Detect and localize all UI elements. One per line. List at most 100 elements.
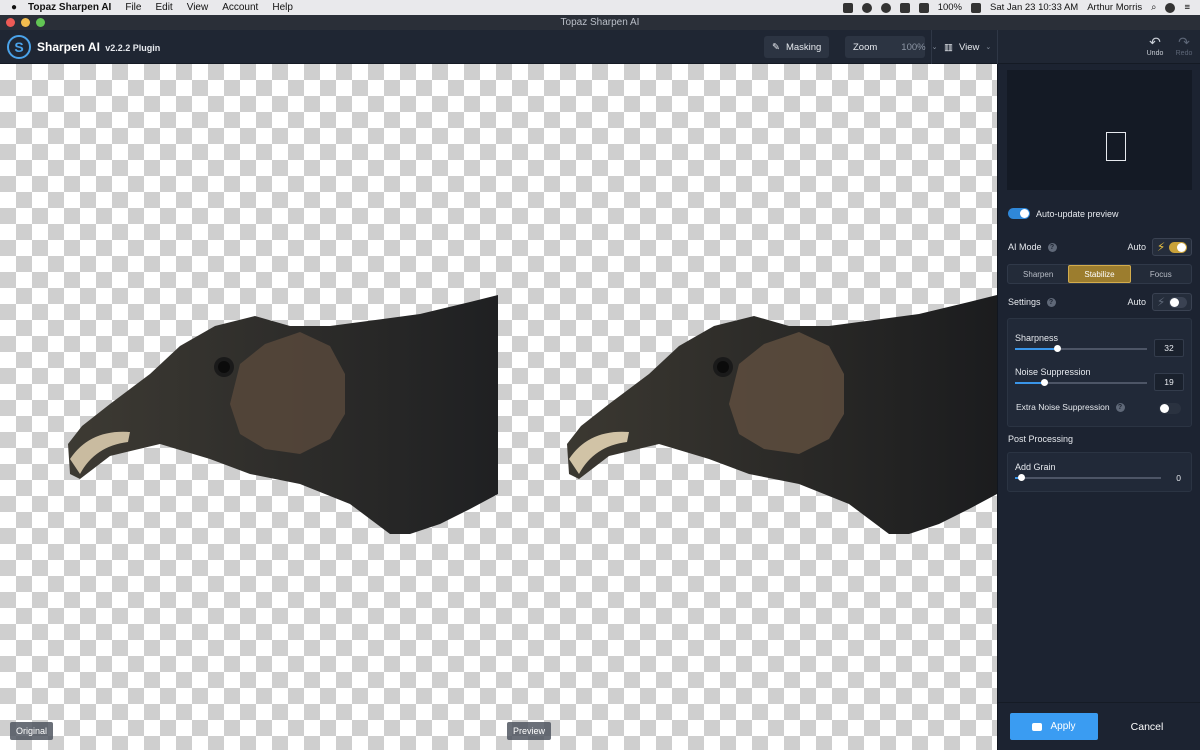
siri-icon[interactable] bbox=[1165, 2, 1176, 13]
navigator-viewport-frame[interactable] bbox=[1106, 132, 1126, 161]
status-clipboard-icon[interactable] bbox=[899, 2, 910, 13]
vulture-image-original bbox=[68, 295, 498, 534]
wifi-icon[interactable] bbox=[918, 2, 929, 13]
image-canvas[interactable]: Original Preview bbox=[0, 64, 997, 750]
cancel-label: Cancel bbox=[1130, 720, 1164, 733]
system-menubar: ● Topaz Sharpen AI File Edit View Accoun… bbox=[0, 0, 1200, 15]
navigator-thumbnail[interactable] bbox=[1007, 70, 1192, 190]
apple-icon[interactable]: ● bbox=[0, 2, 28, 13]
control-center-icon[interactable]: ≡ bbox=[1184, 2, 1190, 13]
window-titlebar: Topaz Sharpen AI bbox=[0, 15, 1200, 30]
mode-sharpen-button[interactable]: Sharpen bbox=[1008, 265, 1068, 283]
lightning-icon: ⚡ bbox=[1156, 295, 1166, 309]
mode-focus-button[interactable]: Focus bbox=[1131, 265, 1191, 283]
menu-edit[interactable]: Edit bbox=[155, 2, 172, 13]
brand-name: Sharpen AI bbox=[37, 40, 100, 54]
noise-suppression-slider[interactable] bbox=[1015, 379, 1147, 386]
app-toolbar: S Sharpen AI v2.2.2 Plugin ✎ Masking Zoo… bbox=[0, 30, 1200, 64]
ai-mode-row: AI Mode ? Auto ⚡ bbox=[1008, 238, 1192, 256]
add-grain-value: 0 bbox=[1176, 473, 1181, 483]
sharpness-slider-fill bbox=[1015, 348, 1058, 350]
apply-icon bbox=[1032, 722, 1043, 731]
extra-noise-label: Extra Noise Suppression bbox=[1016, 402, 1110, 412]
app-brand: Sharpen AI v2.2.2 Plugin bbox=[37, 40, 160, 54]
preview-pane[interactable]: Preview bbox=[499, 64, 997, 750]
undo-icon: ↶ bbox=[1149, 34, 1161, 50]
minimize-window-button[interactable] bbox=[21, 18, 30, 27]
ai-mode-label: AI Mode bbox=[1008, 242, 1042, 252]
extra-noise-toggle[interactable] bbox=[1159, 403, 1181, 414]
battery-icon[interactable] bbox=[971, 2, 982, 13]
add-grain-slider-knob[interactable] bbox=[1017, 474, 1025, 481]
settings-auto-toggle[interactable]: ⚡ bbox=[1152, 293, 1192, 311]
noise-suppression-label: Noise Suppression bbox=[1015, 367, 1091, 377]
undo-button[interactable]: ↶ Undo bbox=[1142, 34, 1168, 57]
ai-mode-selector: Sharpen Stabilize Focus bbox=[1007, 264, 1192, 284]
toolbar-divider bbox=[997, 30, 998, 64]
noise-suppression-slider-fill bbox=[1015, 382, 1045, 384]
apply-label: Apply bbox=[1050, 721, 1076, 732]
auto-update-label: Auto-update preview bbox=[1036, 208, 1119, 219]
extra-noise-help-icon[interactable]: ? bbox=[1115, 402, 1125, 412]
sharpness-slider-knob[interactable] bbox=[1054, 345, 1062, 352]
ai-mode-auto-toggle[interactable]: ⚡ bbox=[1152, 238, 1192, 256]
redo-icon: ↷ bbox=[1178, 34, 1190, 50]
preview-label: Preview bbox=[507, 722, 552, 740]
zoom-value: 100% bbox=[901, 41, 926, 53]
ai-mode-auto-switch[interactable] bbox=[1169, 241, 1188, 253]
noise-suppression-slider-knob[interactable] bbox=[1041, 379, 1049, 386]
menubar-datetime[interactable]: Sat Jan 23 10:33 AM bbox=[990, 2, 1078, 13]
view-label: View bbox=[958, 41, 980, 53]
sharpness-label: Sharpness bbox=[1015, 333, 1059, 343]
lightning-icon: ⚡ bbox=[1156, 240, 1166, 254]
menu-file[interactable]: File bbox=[125, 2, 141, 13]
menu-view[interactable]: View bbox=[187, 2, 209, 13]
settings-panel: Auto-update preview AI Mode ? Auto ⚡ Sha… bbox=[997, 64, 1200, 750]
zoom-window-button[interactable] bbox=[36, 18, 45, 27]
view-icon: ▥ bbox=[944, 41, 953, 53]
ai-mode-auto-label: Auto bbox=[1127, 242, 1146, 252]
cancel-button[interactable]: Cancel bbox=[1102, 713, 1192, 740]
close-window-button[interactable] bbox=[6, 18, 15, 27]
settings-label: Settings bbox=[1008, 297, 1041, 307]
brush-icon: ✎ bbox=[772, 41, 780, 53]
noise-suppression-value-input[interactable]: 19 bbox=[1154, 373, 1184, 391]
post-processing-box: Add Grain 0 bbox=[1007, 452, 1192, 492]
sharpness-value-input[interactable]: 32 bbox=[1154, 339, 1184, 357]
redo-button[interactable]: ↷ Redo bbox=[1171, 34, 1197, 57]
vulture-image-preview bbox=[567, 295, 997, 534]
status-sync-icon[interactable] bbox=[861, 2, 872, 13]
brand-version: v2.2.2 Plugin bbox=[105, 43, 161, 53]
ai-mode-help-icon[interactable]: ? bbox=[1047, 242, 1057, 252]
auto-update-row: Auto-update preview bbox=[1008, 208, 1192, 219]
spotlight-icon[interactable]: ⌕ bbox=[1151, 2, 1156, 13]
settings-auto-label: Auto bbox=[1127, 297, 1146, 307]
extra-noise-row: Extra Noise Suppression ? bbox=[1016, 402, 1125, 412]
mode-stabilize-button[interactable]: Stabilize bbox=[1068, 265, 1131, 283]
sharpness-slider[interactable] bbox=[1015, 345, 1147, 352]
settings-row: Settings ? Auto ⚡ bbox=[1008, 293, 1192, 311]
menubar-app-name[interactable]: Topaz Sharpen AI bbox=[28, 2, 111, 13]
apply-button[interactable]: Apply bbox=[1010, 713, 1098, 740]
settings-auto-switch[interactable] bbox=[1169, 296, 1188, 308]
settings-box: Sharpness 32 Noise Suppression 19 Extra … bbox=[1007, 318, 1192, 427]
status-app-icon[interactable] bbox=[842, 2, 853, 13]
topaz-logo-icon: S bbox=[7, 35, 31, 59]
undo-label: Undo bbox=[1146, 50, 1164, 57]
view-dropdown[interactable]: ▥ View ⌄ bbox=[936, 36, 999, 58]
settings-help-icon[interactable]: ? bbox=[1046, 297, 1056, 307]
status-app2-icon[interactable] bbox=[880, 2, 891, 13]
add-grain-slider[interactable] bbox=[1015, 474, 1161, 481]
menu-account[interactable]: Account bbox=[222, 2, 258, 13]
settings-auto: Auto ⚡ bbox=[1127, 293, 1192, 311]
zoom-label: Zoom bbox=[853, 41, 878, 53]
window-title: Topaz Sharpen AI bbox=[560, 17, 640, 28]
masking-button[interactable]: ✎ Masking bbox=[764, 36, 830, 58]
toolbar-divider bbox=[931, 30, 932, 64]
menu-help[interactable]: Help bbox=[272, 2, 293, 13]
menubar-user[interactable]: Arthur Morris bbox=[1087, 2, 1142, 13]
original-pane[interactable]: Original bbox=[0, 64, 498, 750]
zoom-dropdown[interactable]: Zoom 100% ⌄ bbox=[845, 36, 937, 58]
auto-update-toggle[interactable] bbox=[1008, 208, 1030, 219]
original-label: Original bbox=[10, 722, 54, 740]
